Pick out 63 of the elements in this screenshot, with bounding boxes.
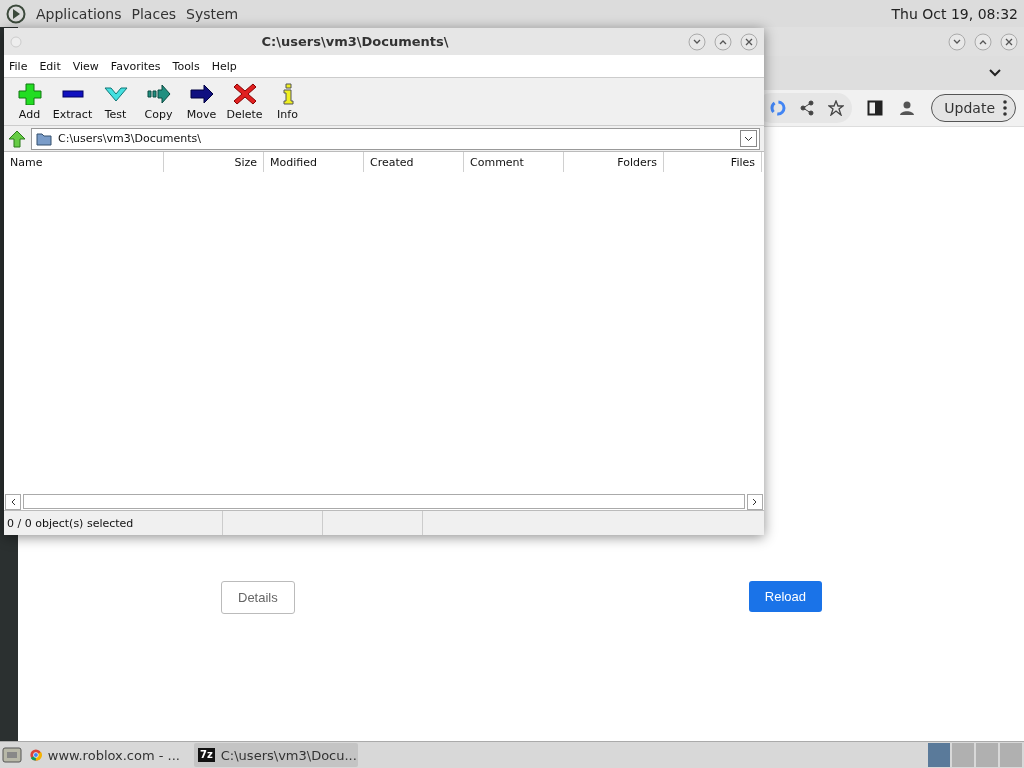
star-icon[interactable] <box>828 100 845 116</box>
workspace-thumbnail[interactable] <box>1000 743 1022 767</box>
share-icon[interactable] <box>799 100 816 116</box>
toolbar-button[interactable]: Add <box>8 79 51 124</box>
panel-menu[interactable]: Places <box>131 5 177 22</box>
menu-item[interactable]: Help <box>211 59 237 73</box>
details-button[interactable]: Details <box>221 581 295 614</box>
profile-icon[interactable] <box>898 99 917 117</box>
scroll-left-button[interactable] <box>5 493 21 510</box>
menu-item[interactable]: File <box>9 59 28 73</box>
show-desktop-icon[interactable] <box>2 746 22 764</box>
menu-item[interactable]: Edit <box>39 59 61 73</box>
toolbar-button[interactable]: Delete <box>223 79 266 124</box>
column-header[interactable]: Name <box>4 152 164 172</box>
close-icon[interactable] <box>1000 32 1018 51</box>
side-panel-icon[interactable] <box>867 100 884 116</box>
menu-item[interactable]: View <box>72 59 99 73</box>
chevron-left-icon <box>10 497 16 506</box>
dropdown-button[interactable] <box>740 130 757 147</box>
toolbar-button[interactable]: Move <box>180 79 223 124</box>
chevron-down-icon[interactable] <box>988 68 1002 78</box>
archiver-icon: 7z <box>198 748 215 762</box>
task-label: C:\users\vm3\Docu... <box>220 747 357 763</box>
arrow-icon <box>189 82 214 105</box>
clock[interactable]: Thu Oct 19, 08:32 <box>891 5 1018 22</box>
taskbar-item[interactable]: www.roblox.com - ... <box>26 743 190 767</box>
window-title: C:\users\vm3\Documents\ <box>260 34 450 49</box>
taskbar-item[interactable]: 7z C:\users\vm3\Docu... <box>194 743 358 767</box>
column-header[interactable]: Modified <box>264 152 364 172</box>
path-field[interactable]: C:\users\vm3\Documents\ <box>31 127 760 150</box>
workspace-thumbnail[interactable] <box>928 743 950 767</box>
toolbar-button[interactable]: Test <box>94 79 137 124</box>
panel-menu[interactable]: System <box>186 5 239 22</box>
workspace-thumbnail[interactable] <box>976 743 998 767</box>
column-header[interactable]: Size <box>164 152 264 172</box>
more-icon[interactable] <box>1003 100 1007 116</box>
plus-icon <box>17 82 42 105</box>
search-engine-icon[interactable] <box>770 100 787 116</box>
scroll-right-button[interactable] <box>747 493 763 510</box>
status-text: 0 / 0 object(s) selected <box>4 511 223 535</box>
toolbar-button[interactable]: Info <box>266 79 309 124</box>
column-header[interactable]: Folders <box>564 152 664 172</box>
column-header[interactable]: Created <box>364 152 464 172</box>
toolbar-button[interactable]: Extract <box>51 79 94 124</box>
update-button[interactable]: Update <box>931 94 1016 122</box>
toolbar-button[interactable]: Copy <box>137 79 180 124</box>
menu-item[interactable]: Favorites <box>110 59 161 73</box>
dashed-arrow-icon <box>146 82 171 105</box>
folder-icon <box>36 131 52 146</box>
panel-menu[interactable]: Applications <box>36 5 122 22</box>
distro-logo-icon[interactable] <box>6 3 26 24</box>
task-label: www.roblox.com - ... <box>47 747 180 763</box>
close-icon[interactable] <box>740 32 758 51</box>
chevron-down-icon <box>744 135 753 142</box>
chevron-right-icon <box>752 497 758 506</box>
menu-item[interactable]: Tools <box>172 59 200 73</box>
browser-icon <box>30 747 42 763</box>
cross-icon <box>232 82 257 105</box>
up-arrow-icon[interactable] <box>7 128 27 149</box>
column-header[interactable]: Comment <box>464 152 564 172</box>
column-header[interactable]: Files <box>664 152 762 172</box>
reload-button[interactable]: Reload <box>748 581 822 612</box>
workspace-thumbnail[interactable] <box>952 743 974 767</box>
